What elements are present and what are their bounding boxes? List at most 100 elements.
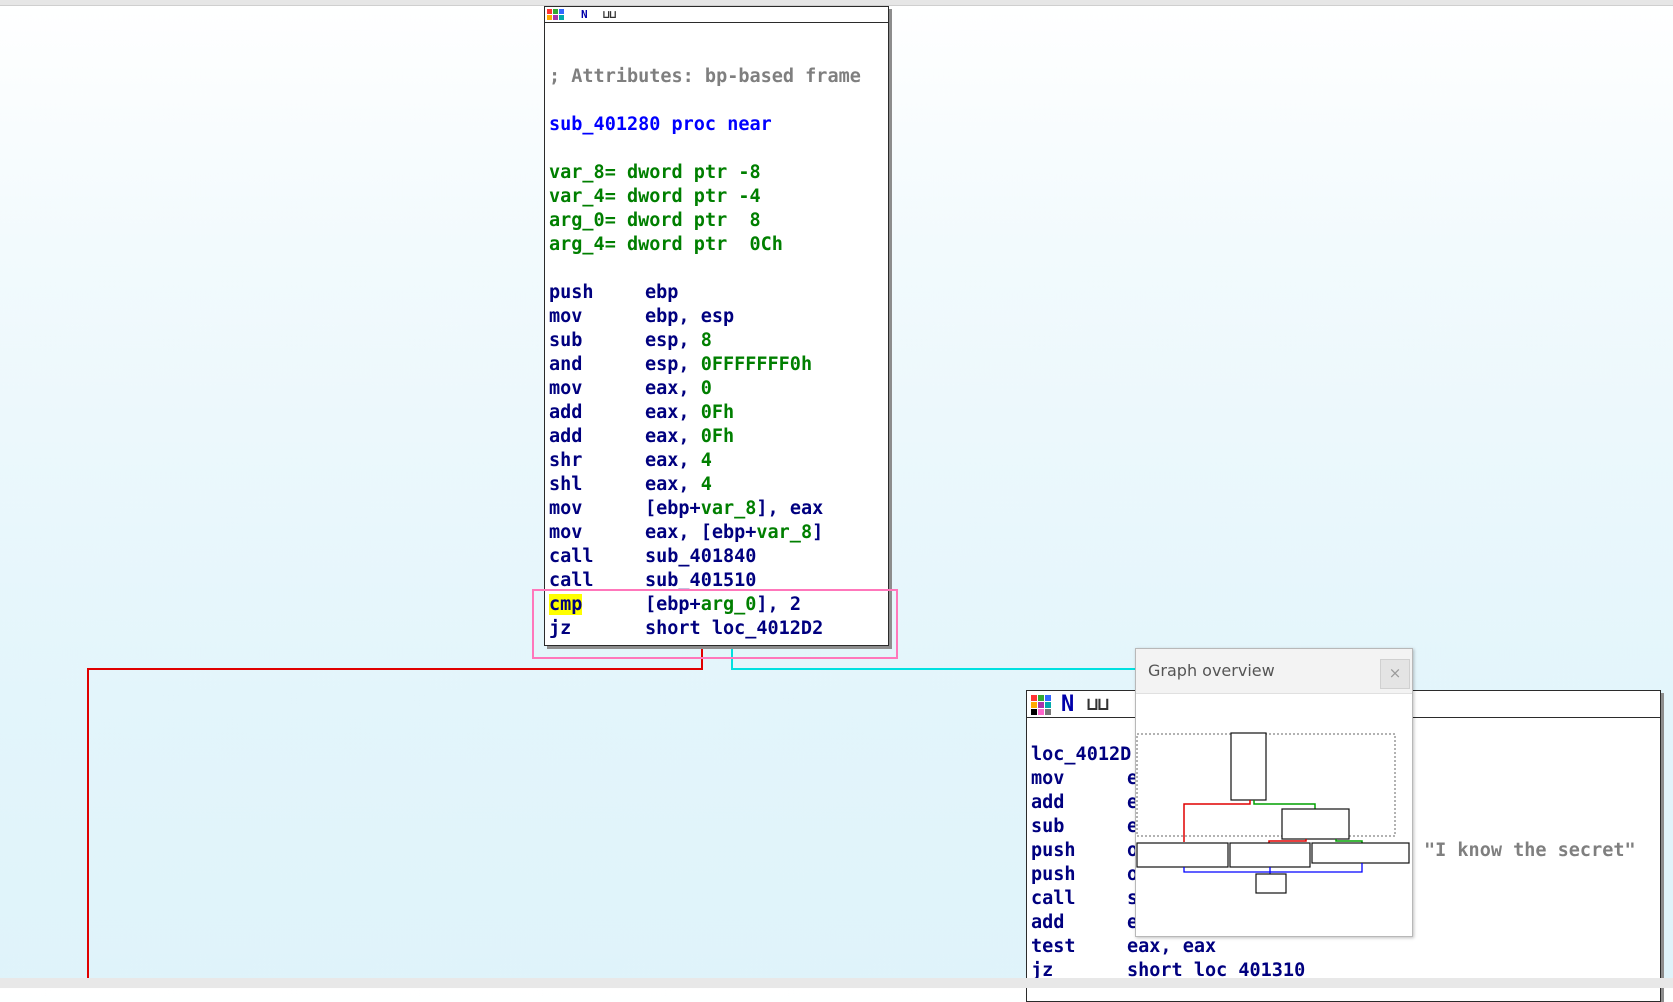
mnemonic: test xyxy=(1031,936,1076,957)
operand: eax, eax xyxy=(1127,936,1217,957)
mnemonic: add xyxy=(1031,912,1065,933)
overview-node xyxy=(1136,842,1229,868)
instruction-line[interactable]: push o xyxy=(1031,863,1138,887)
instruction-line[interactable]: add e xyxy=(1031,911,1138,935)
var-decl-var-8[interactable]: var_8= dword ptr -8 xyxy=(549,161,761,185)
node-color-icon[interactable] xyxy=(547,9,569,22)
operand: esp, xyxy=(645,354,701,375)
instruction-line[interactable]: mov e xyxy=(1031,767,1138,791)
overview-edge-green xyxy=(1253,800,1316,809)
var-val: 0Ch xyxy=(727,234,783,255)
node-color-icon[interactable] xyxy=(1031,695,1055,717)
mnemonic: mov xyxy=(1031,768,1065,789)
instruction-line[interactable]: mov ebp, esp xyxy=(549,305,734,329)
mnemonic: and xyxy=(549,354,583,375)
var-name: var_4 xyxy=(549,186,605,207)
mnemonic: push xyxy=(549,282,594,303)
var-decl-arg-0[interactable]: arg_0= dword ptr 8 xyxy=(549,209,761,233)
instruction-line[interactable]: call sub_401840 xyxy=(549,545,756,569)
immediate: 0FFFFFFF0h xyxy=(700,354,813,375)
var-val: -8 xyxy=(727,162,761,183)
graph-overview-panel[interactable]: Graph overview × xyxy=(1135,648,1413,937)
operand: eax, xyxy=(645,474,701,495)
var-val: 8 xyxy=(727,210,761,231)
operand: eax, xyxy=(645,378,701,399)
overview-node xyxy=(1281,808,1350,840)
node-group-icon[interactable]: ⊔⊔ xyxy=(603,9,616,20)
mnemonic: add xyxy=(549,426,583,447)
instruction-line[interactable]: mov eax, 0 xyxy=(549,377,712,401)
mnemonic: mov xyxy=(549,498,583,519)
mnemonic: sub xyxy=(549,330,583,351)
var-name: var_8 xyxy=(549,162,605,183)
immediate: 0 xyxy=(700,378,712,399)
instruction-line[interactable]: and esp, 0FFFFFFF0h xyxy=(549,353,812,377)
status-bar xyxy=(0,978,1673,988)
var-eq: = dword ptr xyxy=(604,162,728,183)
operand: eax, xyxy=(645,402,701,423)
immediate: 8 xyxy=(700,330,712,351)
instruction-line[interactable]: call s xyxy=(1031,887,1138,911)
var-name: arg_0 xyxy=(549,210,605,231)
operand: ebp xyxy=(645,282,679,303)
mnemonic: add xyxy=(549,402,583,423)
string-comment[interactable]: "I know the secret" xyxy=(1424,839,1636,863)
call-target: sub_401840 xyxy=(645,546,757,567)
instruction-line[interactable]: mov eax, [ebp+var_8] xyxy=(549,521,823,545)
mnemonic: call xyxy=(549,546,594,567)
graph-overview-title: Graph overview xyxy=(1148,661,1275,680)
node-rename-icon[interactable]: N xyxy=(581,9,588,20)
overview-node xyxy=(1229,842,1311,868)
instruction-line[interactable]: test eax, eax xyxy=(1031,935,1216,959)
call-target: sub_401510 xyxy=(645,570,757,591)
node-title-bar[interactable]: N ⊔⊔ xyxy=(545,7,888,23)
immediate: 4 xyxy=(700,474,712,495)
attributes-comment: ; Attributes: bp-based frame xyxy=(549,66,861,87)
instruction-line[interactable]: sub e xyxy=(1031,815,1138,839)
edge-false-branch xyxy=(87,642,703,988)
mnemonic: sub xyxy=(1031,816,1065,837)
instruction-line[interactable]: add eax, 0Fh xyxy=(549,425,734,449)
instruction-line[interactable]: add eax, 0Fh xyxy=(549,401,734,425)
immediate: 0Fh xyxy=(700,426,735,447)
overview-node xyxy=(1255,873,1287,894)
stack-var-ref: var_8 xyxy=(756,522,813,543)
mnemonic: add xyxy=(1031,792,1065,813)
graph-overview-header[interactable]: Graph overview × xyxy=(1136,649,1412,694)
node-group-icon[interactable]: ⊔⊔ xyxy=(1087,696,1109,714)
var-decl-var-4[interactable]: var_4= dword ptr -4 xyxy=(549,185,761,209)
immediate: 4 xyxy=(700,450,712,471)
overview-node xyxy=(1311,842,1410,864)
instruction-line[interactable]: shl eax, 4 xyxy=(549,473,712,497)
var-eq: = dword ptr xyxy=(604,210,728,231)
var-val: -4 xyxy=(727,186,761,207)
operand: ] xyxy=(812,522,824,543)
proc-header[interactable]: sub_401280 proc near xyxy=(549,113,772,137)
node-rename-icon[interactable]: N xyxy=(1061,694,1074,716)
var-decl-arg-4[interactable]: arg_4= dword ptr 0Ch xyxy=(549,233,783,257)
instruction-line[interactable]: shr eax, 4 xyxy=(549,449,712,473)
operand: [ebp+ xyxy=(645,498,701,519)
instruction-line[interactable]: add e xyxy=(1031,791,1138,815)
mnemonic: push xyxy=(1031,864,1076,885)
instruction-line[interactable]: push ebp xyxy=(549,281,678,305)
operand: esp, xyxy=(645,330,701,351)
operand: eax, xyxy=(645,426,701,447)
instruction-line[interactable]: mov [ebp+var_8], eax xyxy=(549,497,823,521)
instruction-line[interactable]: push o xyxy=(1031,839,1138,863)
var-name: arg_4 xyxy=(549,234,605,255)
mnemonic: mov xyxy=(549,378,583,399)
selection-box xyxy=(532,589,898,659)
instruction-line[interactable]: sub esp, 8 xyxy=(549,329,712,353)
code-block-sub-401280[interactable]: N ⊔⊔ ; Attributes: bp-based frame sub_40… xyxy=(544,6,889,646)
location-label[interactable]: loc_4012D xyxy=(1031,743,1131,767)
overview-node xyxy=(1230,732,1267,801)
var-eq: = dword ptr xyxy=(604,234,728,255)
stack-var-ref: var_8 xyxy=(700,498,757,519)
mnemonic: shr xyxy=(549,450,583,471)
mnemonic: mov xyxy=(549,522,583,543)
var-eq: = dword ptr xyxy=(604,186,728,207)
graph-overview-minimap[interactable] xyxy=(1136,694,1410,934)
close-button[interactable]: × xyxy=(1380,659,1410,689)
mnemonic: call xyxy=(1031,888,1076,909)
